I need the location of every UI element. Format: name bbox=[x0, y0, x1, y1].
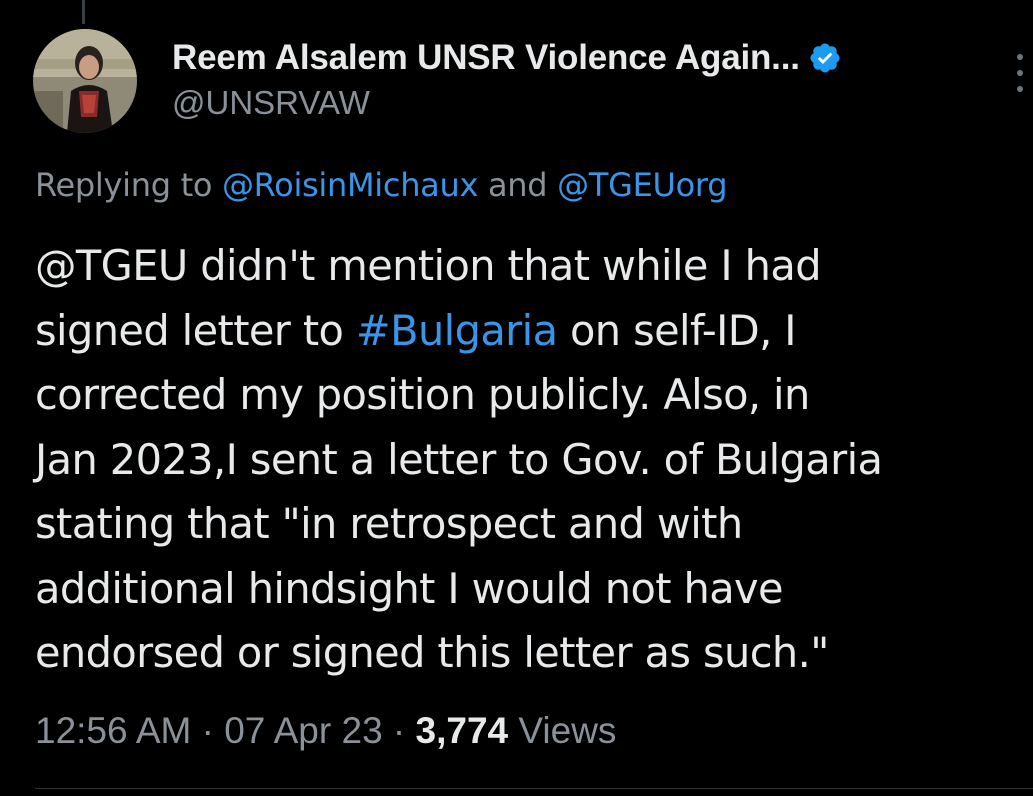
tweet-line: additional hindsight I would not have bbox=[35, 563, 784, 613]
author-handle[interactable]: @UNSRVAW bbox=[172, 84, 370, 122]
author-display-name[interactable]: Reem Alsalem UNSR Violence Again... bbox=[172, 38, 800, 78]
tweet-line: stating that "in retrospect and with bbox=[35, 499, 743, 548]
tweet-line: corrected my position publicly. Also, in bbox=[35, 370, 810, 419]
tweet-line: @TGEU didn't mention that while I had bbox=[35, 241, 822, 290]
author-name-row[interactable]: Reem Alsalem UNSR Violence Again... bbox=[172, 38, 842, 78]
tweet-line-text: signed letter to bbox=[35, 305, 356, 355]
tweet-date[interactable]: 07 Apr 23 bbox=[224, 710, 382, 751]
tweet-meta: 12:56 AM · 07 Apr 23 · 3,774 Views bbox=[35, 710, 616, 752]
hashtag-link-bulgaria[interactable]: #Bulgaria bbox=[356, 306, 558, 355]
replying-to-joiner: and bbox=[478, 166, 558, 204]
thread-connector-line bbox=[82, 0, 85, 24]
meta-separator: · bbox=[191, 710, 225, 751]
more-options-icon[interactable] bbox=[1017, 54, 1023, 94]
tweet-line: endorsed or signed this letter as such." bbox=[35, 628, 829, 677]
meta-separator: · bbox=[382, 710, 416, 751]
tweet-body: @TGEU didn't mention that while I had si… bbox=[35, 234, 1015, 686]
tweet-time[interactable]: 12:56 AM bbox=[35, 710, 191, 751]
views-label[interactable]: Views bbox=[508, 710, 616, 751]
profile-photo-icon bbox=[33, 29, 137, 133]
tweet-line-text: on self-ID, I bbox=[557, 305, 797, 355]
mention-link-tgeuorg[interactable]: @TGEUorg bbox=[557, 166, 727, 204]
replying-to-prefix: Replying to bbox=[35, 166, 222, 204]
tweet-line: signed letter to #Bulgaria on self-ID, I bbox=[35, 299, 1015, 364]
replying-to-line: Replying to @RoisinMichaux and @TGEUorg bbox=[35, 166, 728, 204]
divider bbox=[35, 788, 1033, 789]
mention-link-roisinmichaux[interactable]: @RoisinMichaux bbox=[222, 166, 478, 204]
verified-badge-icon bbox=[810, 43, 840, 73]
views-count[interactable]: 3,774 bbox=[416, 710, 509, 751]
tweet-line: Jan 2023,I sent a letter to Gov. of Bulg… bbox=[35, 434, 883, 484]
author-avatar[interactable] bbox=[33, 29, 137, 133]
